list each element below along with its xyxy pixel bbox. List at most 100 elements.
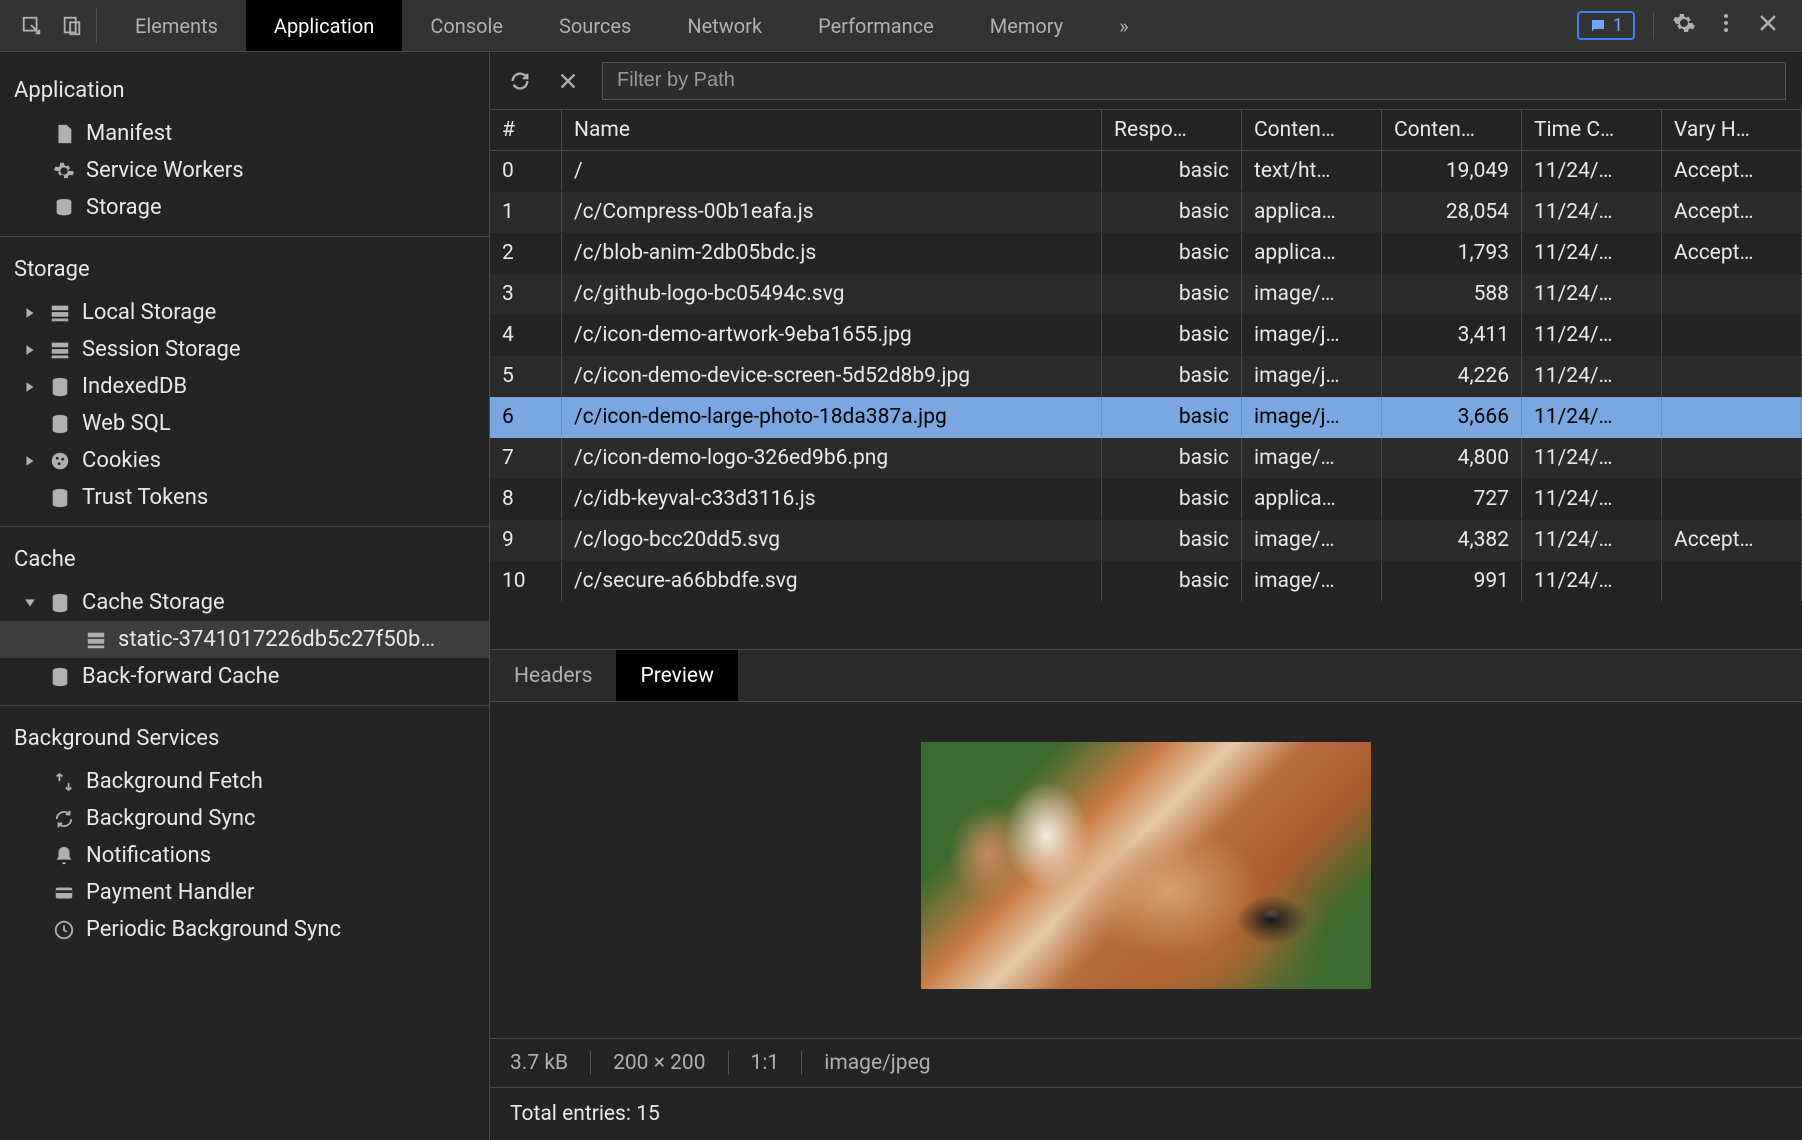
sidebar-item-websql[interactable]: Web SQL (0, 405, 489, 442)
issues-badge[interactable]: 1 (1577, 11, 1635, 40)
cell-name: /c/logo-bcc20dd5.svg (562, 520, 1102, 560)
cell-idx: 2 (490, 233, 562, 273)
clear-icon[interactable] (554, 67, 582, 95)
sidebar-item-storage-overview[interactable]: Storage (0, 189, 489, 226)
cell-vary (1662, 397, 1802, 437)
database-icon (48, 412, 72, 436)
device-toggle-icon[interactable] (58, 12, 86, 40)
sidebar-item-session-storage[interactable]: Session Storage (0, 331, 489, 368)
cell-resp: basic (1102, 479, 1242, 519)
sidebar-item-bg-sync[interactable]: Background Sync (0, 800, 489, 837)
table-row[interactable]: 3/c/github-logo-bc05494c.svgbasicimage/…… (490, 274, 1802, 315)
cell-name: /c/icon-demo-device-screen-5d52d8b9.jpg (562, 356, 1102, 396)
sidebar-item-label: IndexedDB (82, 374, 475, 399)
tab-more[interactable]: » (1091, 0, 1156, 51)
sidebar-item-payment[interactable]: Payment Handler (0, 874, 489, 911)
cell-time: 11/24/… (1522, 356, 1662, 396)
table-row[interactable]: 2/c/blob-anim-2db05bdc.jsbasicapplica…1,… (490, 233, 1802, 274)
cell-ctype: image/j… (1242, 397, 1382, 437)
cell-clen: 4,382 (1382, 520, 1522, 560)
cell-clen: 4,800 (1382, 438, 1522, 478)
sync-icon (52, 807, 76, 831)
sidebar-item-label: Manifest (86, 121, 475, 146)
preview-ratio: 1:1 (729, 1051, 803, 1075)
preview-canvas (490, 702, 1802, 1038)
sidebar-item-label: Storage (86, 195, 475, 220)
kebab-icon[interactable] (1714, 11, 1738, 40)
col-response[interactable]: Respo… (1102, 110, 1242, 150)
sidebar-item-service-workers[interactable]: Service Workers (0, 152, 489, 189)
cell-time: 11/24/… (1522, 479, 1662, 519)
database-icon (48, 665, 72, 689)
table-row[interactable]: 1/c/Compress-00b1eafa.jsbasicapplica…28,… (490, 192, 1802, 233)
tab-console[interactable]: Console (402, 0, 531, 51)
sidebar-item-trust-tokens[interactable]: Trust Tokens (0, 479, 489, 516)
table-row[interactable]: 7/c/icon-demo-logo-326ed9b6.pngbasicimag… (490, 438, 1802, 479)
inspect-icon[interactable] (18, 12, 46, 40)
cell-name: /c/blob-anim-2db05bdc.js (562, 233, 1102, 273)
table-header: # Name Respo… Conten… Conten… Time C… Va… (490, 110, 1802, 151)
sidebar-item-local-storage[interactable]: Local Storage (0, 294, 489, 331)
table-row[interactable]: 5/c/icon-demo-device-screen-5d52d8b9.jpg… (490, 356, 1802, 397)
col-time[interactable]: Time C… (1522, 110, 1662, 150)
sidebar-item-periodic-sync[interactable]: Periodic Background Sync (0, 911, 489, 948)
tab-network[interactable]: Network (659, 0, 790, 51)
cell-time: 11/24/… (1522, 397, 1662, 437)
table-row[interactable]: 8/c/idb-keyval-c33d3116.jsbasicapplica…7… (490, 479, 1802, 520)
sidebar-item-label: Session Storage (82, 337, 475, 362)
sidebar-item-manifest[interactable]: Manifest (0, 115, 489, 152)
sidebar-item-cache-storage[interactable]: Cache Storage (0, 584, 489, 621)
cell-resp: basic (1102, 151, 1242, 191)
cell-resp: basic (1102, 520, 1242, 560)
table-row[interactable]: 6/c/icon-demo-large-photo-18da387a.jpgba… (490, 397, 1802, 438)
cell-vary (1662, 356, 1802, 396)
col-vary[interactable]: Vary H… (1662, 110, 1802, 150)
cell-idx: 7 (490, 438, 562, 478)
preview-image (921, 742, 1371, 989)
cell-clen: 19,049 (1382, 151, 1522, 191)
cell-clen: 3,666 (1382, 397, 1522, 437)
tab-preview[interactable]: Preview (616, 650, 737, 701)
close-icon[interactable] (1756, 11, 1780, 40)
cell-ctype: image/… (1242, 438, 1382, 478)
filter-input[interactable] (602, 62, 1786, 100)
tab-headers[interactable]: Headers (490, 650, 616, 701)
sidebar-item-label: Cache Storage (82, 590, 475, 615)
cell-ctype: image/j… (1242, 356, 1382, 396)
col-index[interactable]: # (490, 110, 562, 150)
cell-name: /c/github-logo-bc05494c.svg (562, 274, 1102, 314)
chevron-right-icon (24, 381, 38, 393)
detail-tabs: Headers Preview (490, 650, 1802, 702)
sidebar-item-bfcache[interactable]: Back-forward Cache (0, 658, 489, 695)
tab-elements[interactable]: Elements (107, 0, 246, 51)
table-row[interactable]: 4/c/icon-demo-artwork-9eba1655.jpgbasici… (490, 315, 1802, 356)
gear-icon[interactable] (1672, 11, 1696, 40)
sidebar-item-cache-entry[interactable]: static-3741017226db5c27f50b… (0, 621, 489, 658)
tab-application[interactable]: Application (246, 0, 402, 51)
devtools-tab-bar: Elements Application Console Sources Net… (0, 0, 1802, 52)
sidebar-item-label: Trust Tokens (82, 485, 475, 510)
refresh-icon[interactable] (506, 67, 534, 95)
cell-vary (1662, 315, 1802, 355)
sidebar-item-indexeddb[interactable]: IndexedDB (0, 368, 489, 405)
table-row[interactable]: 10/c/secure-a66bbdfe.svgbasicimage/…9911… (490, 561, 1802, 602)
application-sidebar: Application Manifest Service Workers Sto… (0, 52, 490, 1140)
cell-ctype: text/ht… (1242, 151, 1382, 191)
cell-ctype: applica… (1242, 192, 1382, 232)
table-row[interactable]: 9/c/logo-bcc20dd5.svgbasicimage/…4,38211… (490, 520, 1802, 561)
col-content-length[interactable]: Conten… (1382, 110, 1522, 150)
tab-sources[interactable]: Sources (531, 0, 659, 51)
separator (1653, 13, 1654, 39)
col-name[interactable]: Name (562, 110, 1102, 150)
cell-resp: basic (1102, 356, 1242, 396)
sidebar-item-bg-fetch[interactable]: Background Fetch (0, 763, 489, 800)
table-row[interactable]: 0/basictext/ht…19,04911/24/…Accept… (490, 151, 1802, 192)
sidebar-item-notifications[interactable]: Notifications (0, 837, 489, 874)
col-content-type[interactable]: Conten… (1242, 110, 1382, 150)
tab-performance[interactable]: Performance (790, 0, 962, 51)
cell-ctype: image/… (1242, 520, 1382, 560)
sidebar-item-cookies[interactable]: Cookies (0, 442, 489, 479)
bell-icon (52, 844, 76, 868)
tab-memory[interactable]: Memory (962, 0, 1091, 51)
cell-time: 11/24/… (1522, 192, 1662, 232)
